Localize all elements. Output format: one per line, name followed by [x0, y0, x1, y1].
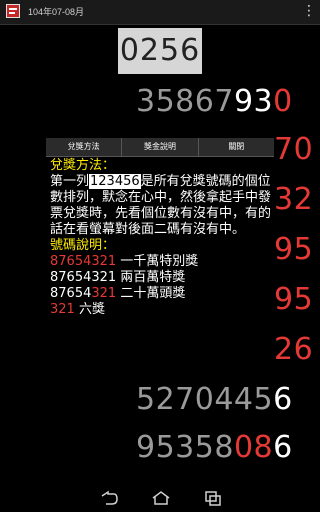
list-item: 87654321 一千萬特別獎: [50, 254, 199, 269]
method-text: 第一列123456是所有兌獎號碼的個位數排列，默念在心中，然後拿起手中發票兌獎時…: [50, 174, 272, 237]
overflow-menu-icon[interactable]: ⋮: [302, 2, 316, 20]
recent-apps-icon[interactable]: [202, 490, 224, 506]
list-item: 87654321 二十萬頭獎: [50, 286, 186, 301]
number-row: 26: [274, 332, 314, 367]
list-item: 87654321 兩百萬特獎: [50, 270, 186, 285]
code-title: 號碼說明：: [50, 238, 116, 253]
close-button[interactable]: 關閉: [199, 138, 274, 156]
number-row: 52704456: [136, 382, 293, 417]
highlight-digits: 123456: [89, 174, 141, 189]
method-title: 兌獎方法：: [50, 158, 116, 173]
tab-prize-info[interactable]: 獎金說明: [122, 138, 199, 156]
dialog-tabs: 兌獎方法 獎金說明 關閉: [46, 138, 274, 157]
current-code-display: 0256: [118, 28, 202, 74]
number-row: 70: [274, 132, 314, 167]
number-row: 32: [274, 182, 314, 217]
home-icon[interactable]: [150, 490, 172, 506]
app-title: 104年07-08月: [28, 7, 85, 17]
app-bar: 104年07-08月 ⋮: [0, 0, 320, 25]
list-item: 321 六獎: [50, 302, 105, 317]
number-row: 95: [274, 282, 314, 317]
tab-redemption-method[interactable]: 兌獎方法: [46, 138, 123, 156]
instructions-dialog: 兌獎方法 獎金說明 關閉 兌獎方法： 第一列123456是所有兌獎號碼的個位數排…: [46, 138, 274, 332]
dialog-body: 兌獎方法： 第一列123456是所有兌獎號碼的個位數排列，默念在心中，然後拿起手…: [50, 158, 272, 318]
number-row: 95358086: [136, 430, 293, 465]
number-row: 35867930: [136, 84, 293, 119]
back-icon[interactable]: [98, 490, 120, 506]
app-logo-icon: [6, 4, 20, 18]
navigation-bar: [0, 484, 320, 512]
number-row: 95: [274, 232, 314, 267]
